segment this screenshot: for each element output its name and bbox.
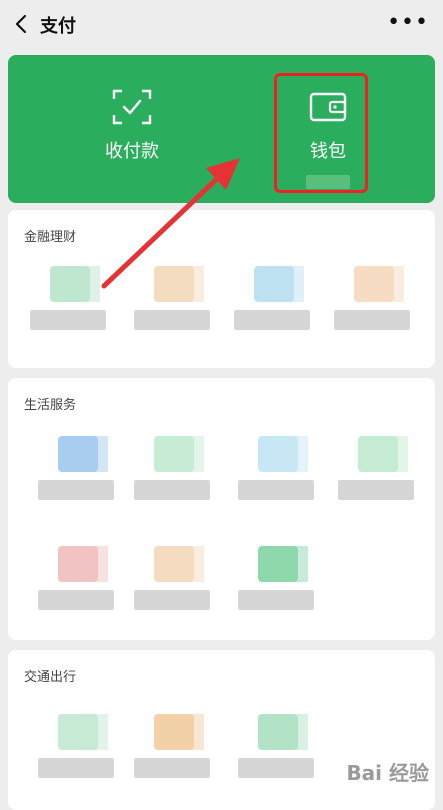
service-tile[interactable] [134, 546, 214, 622]
service-icon [50, 266, 100, 302]
scan-check-icon [112, 89, 152, 125]
service-tile[interactable] [38, 436, 118, 512]
service-icon [258, 714, 308, 750]
service-icon [154, 266, 204, 302]
service-icon [258, 436, 308, 472]
life-services-section: 生活服务 [8, 378, 435, 640]
service-icon [354, 266, 404, 302]
page-title: 支付 [40, 16, 76, 37]
receive-pay-button[interactable]: 收付款 [58, 55, 218, 203]
service-tile[interactable] [238, 436, 318, 512]
tile-label-blurred [238, 590, 314, 610]
tile-label-blurred [38, 590, 114, 610]
service-icon [154, 546, 204, 582]
tile-label-blurred [134, 590, 210, 610]
back-button[interactable] [8, 10, 36, 38]
service-icon [58, 714, 108, 750]
service-icon [358, 436, 408, 472]
service-tile[interactable] [134, 436, 214, 512]
service-tile[interactable] [238, 546, 318, 622]
watermark: Bai 经验 [346, 761, 429, 785]
tile-label-blurred [38, 758, 114, 778]
tile-label-blurred [134, 758, 210, 778]
tile-label-blurred [338, 480, 414, 500]
finance-tile[interactable] [134, 266, 214, 342]
wallet-highlight-box [274, 73, 368, 193]
service-tile[interactable] [338, 436, 418, 512]
service-icon [258, 546, 308, 582]
tile-label-blurred [234, 310, 310, 330]
service-icon [58, 436, 108, 472]
section-title: 交通出行 [24, 670, 77, 685]
more-options-icon[interactable]: ••• [387, 10, 429, 35]
section-title: 生活服务 [24, 398, 77, 413]
transport-tile[interactable] [238, 714, 318, 790]
finance-tile[interactable] [334, 266, 414, 342]
tile-label-blurred [30, 310, 106, 330]
tile-label-blurred [134, 310, 210, 330]
top-bar: 支付 ••• [0, 0, 443, 48]
tile-label-blurred [334, 310, 410, 330]
service-tile[interactable] [38, 546, 118, 622]
chevron-left-icon [15, 14, 27, 34]
service-icon [154, 714, 204, 750]
receive-pay-label: 收付款 [105, 141, 159, 162]
service-icon [254, 266, 304, 302]
transport-tile[interactable] [134, 714, 214, 790]
payment-panel: 收付款 钱包 [8, 55, 435, 203]
finance-section: 金融理财 [8, 210, 435, 368]
transport-tile[interactable] [38, 714, 118, 790]
tile-label-blurred [38, 480, 114, 500]
transport-section: 交通出行 [8, 650, 435, 810]
service-icon [58, 546, 108, 582]
service-icon [154, 436, 204, 472]
finance-tile[interactable] [30, 266, 110, 342]
finance-tile[interactable] [234, 266, 314, 342]
tile-label-blurred [238, 480, 314, 500]
tile-label-blurred [134, 480, 210, 500]
tile-label-blurred [238, 758, 314, 778]
section-title: 金融理财 [24, 230, 77, 245]
